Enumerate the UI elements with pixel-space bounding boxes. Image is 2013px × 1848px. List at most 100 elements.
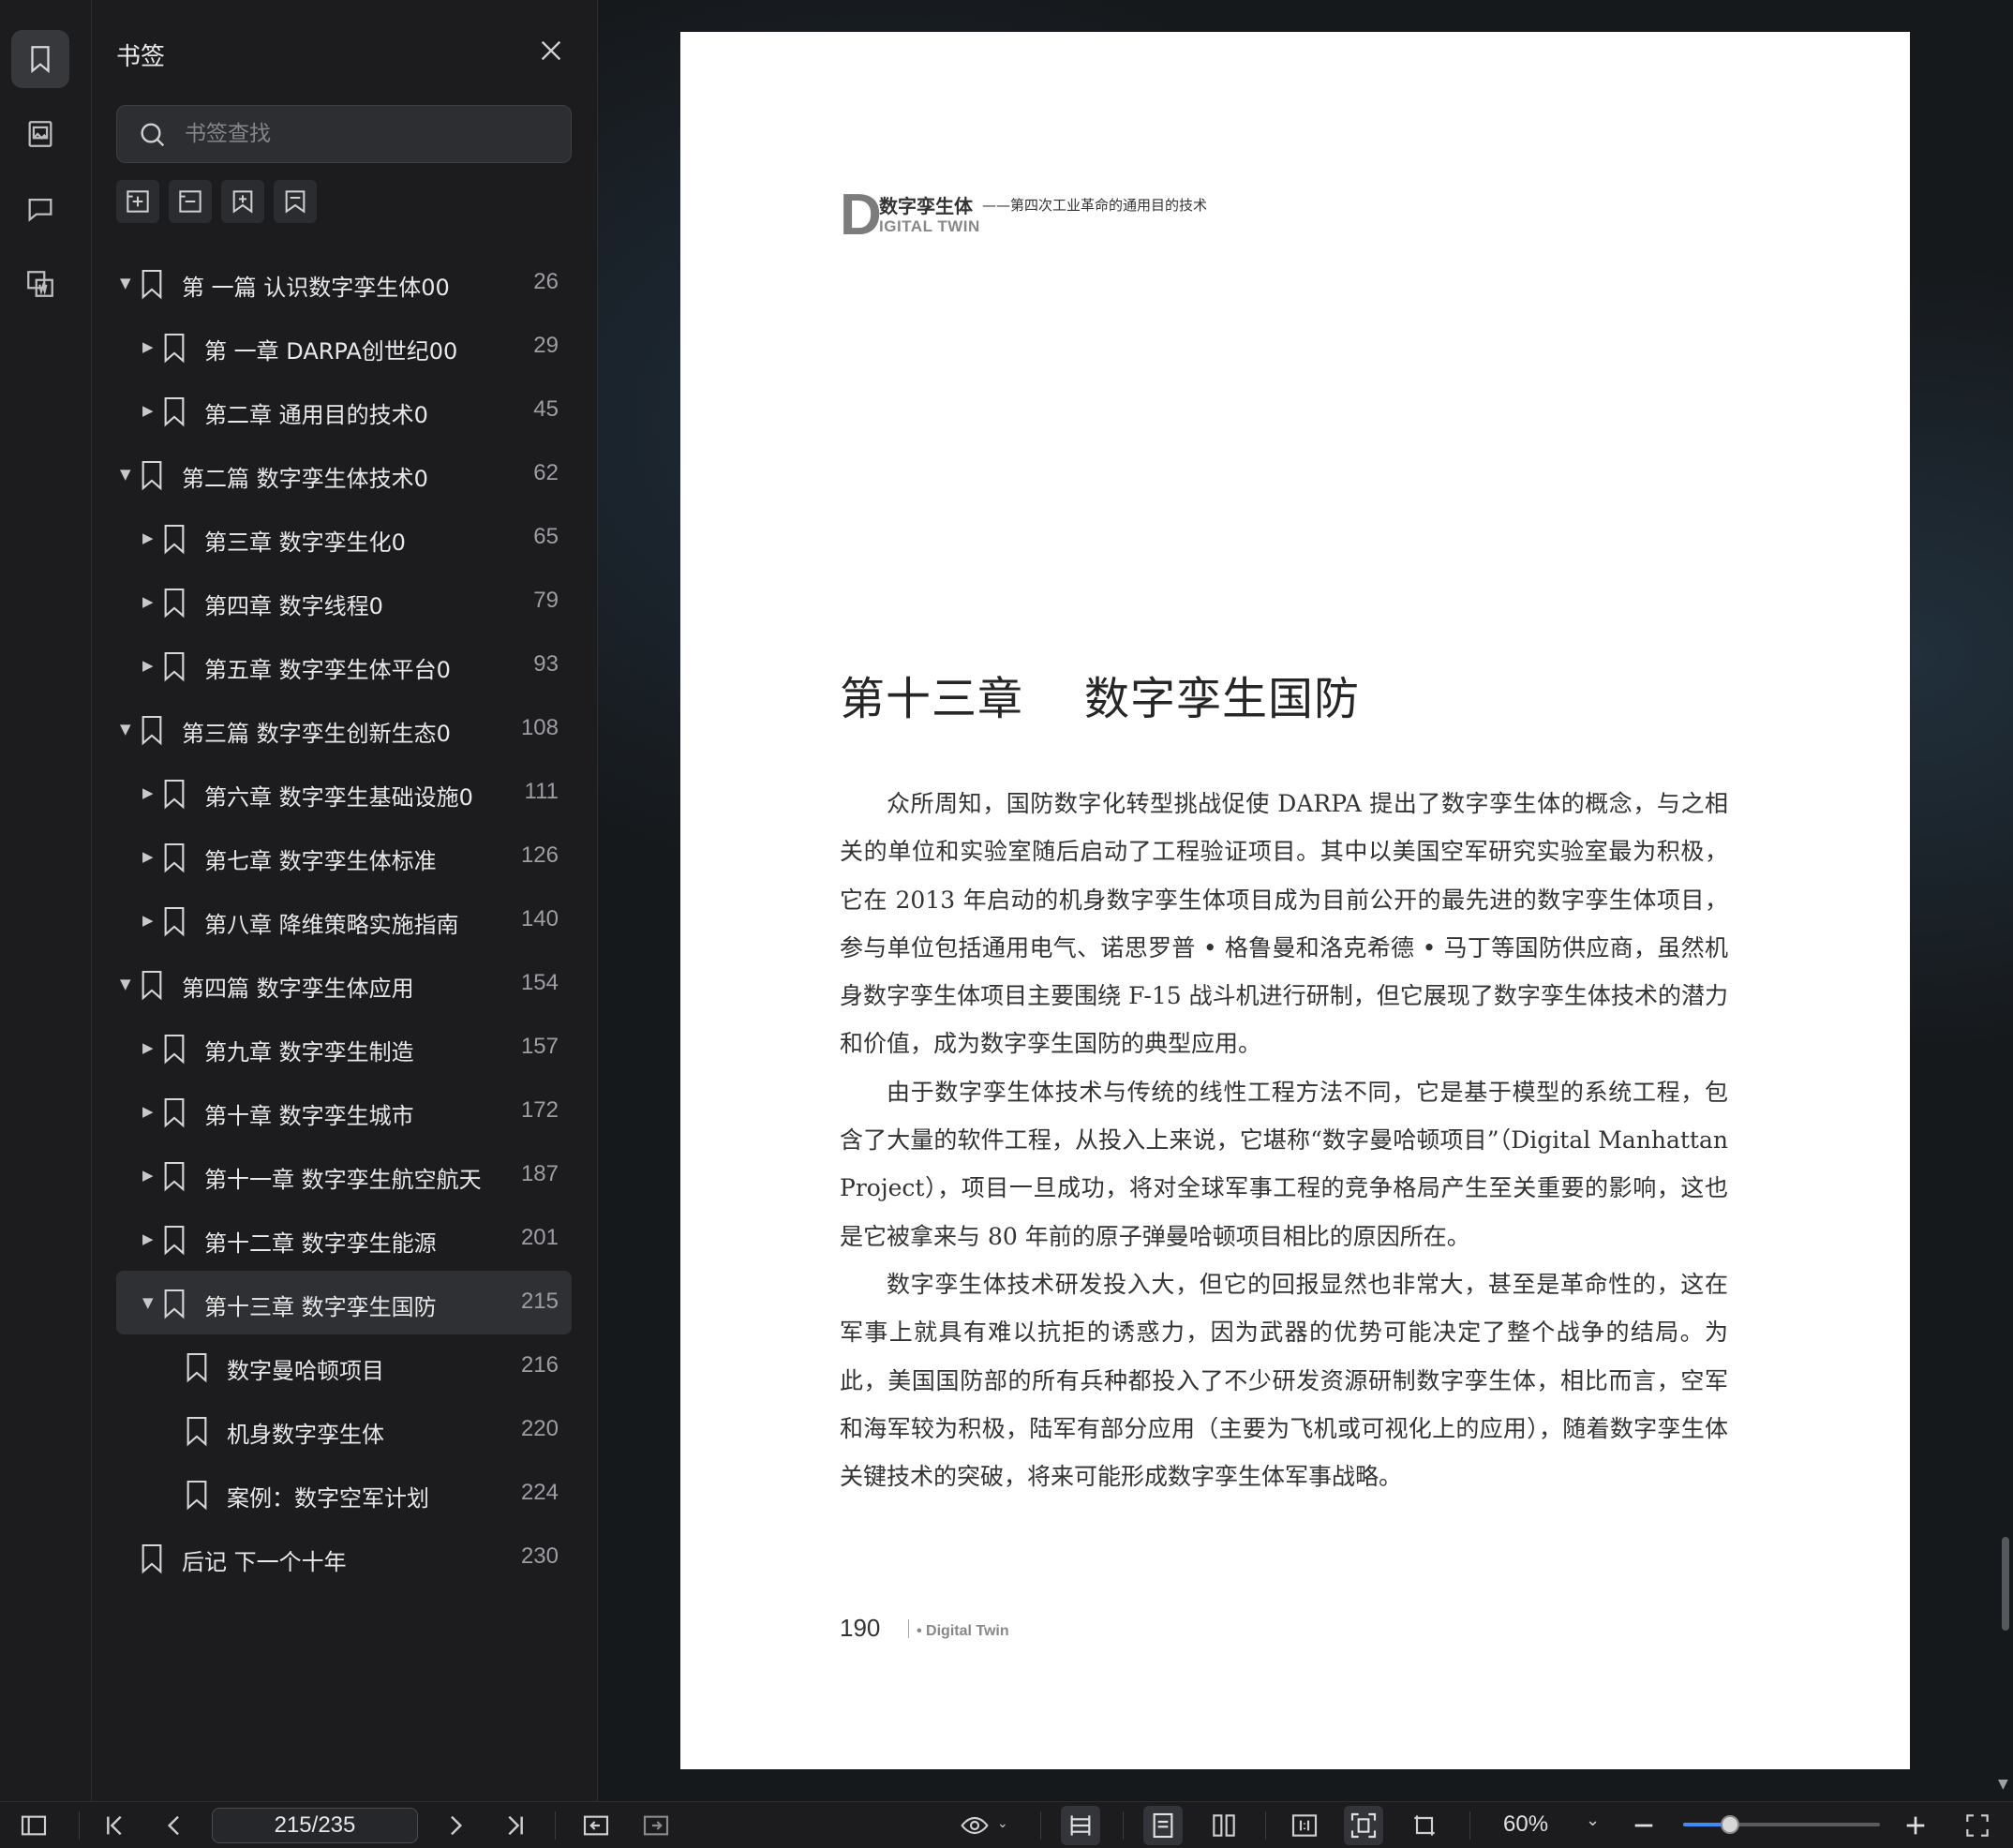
- comment-panel-button[interactable]: [11, 180, 69, 238]
- bookmark-row[interactable]: ▼ 第十三章 数字孪生国防 215: [116, 1271, 572, 1334]
- two-page-icon: [1213, 1814, 1235, 1837]
- zoom-slider-knob[interactable]: [1721, 1815, 1740, 1834]
- bookmark-page-number: 172: [520, 1097, 559, 1123]
- bookmark-row[interactable]: ▶ 第十一章 数字孪生航空航天 187: [116, 1143, 572, 1207]
- bookmark-page-number: 93: [533, 651, 559, 677]
- comment-icon: [28, 198, 52, 222]
- two-page-button[interactable]: [1209, 1811, 1239, 1841]
- bookmark-row[interactable]: ▼ 第二篇 数字孪生体技术0 62: [116, 442, 572, 506]
- caret-right-icon[interactable]: ▶: [142, 1167, 156, 1184]
- bookmark-label: 第 一篇 认识数字孪生体00: [182, 275, 450, 301]
- bookmark-row[interactable]: 机身数字孪生体 220: [116, 1398, 572, 1462]
- caret-right-icon[interactable]: ▶: [142, 338, 156, 355]
- caret-right-icon[interactable]: ▶: [142, 1103, 156, 1120]
- scrollbar-thumb[interactable]: [2002, 1537, 2009, 1631]
- caret-right-icon[interactable]: ▶: [142, 912, 156, 929]
- bookmark-panel-button[interactable]: [11, 30, 69, 88]
- bookmark-search-input[interactable]: [185, 106, 559, 162]
- zoom-out-button[interactable]: [1629, 1811, 1659, 1841]
- toolbar-divider: [79, 1811, 80, 1840]
- bookmark-icon: [142, 715, 162, 746]
- bookmark-row[interactable]: ▶ 第五章 数字孪生体平台0 93: [116, 633, 572, 697]
- bookmark-icon: [164, 779, 185, 810]
- bookmark-row[interactable]: ▶ 第七章 数字孪生体标准 126: [116, 825, 572, 888]
- caret-right-icon[interactable]: ▶: [142, 402, 156, 419]
- bookmark-row[interactable]: 案例：数字空军计划 224: [116, 1462, 572, 1526]
- caret-down-icon[interactable]: ▼: [120, 275, 133, 291]
- fit-page-button[interactable]: [1344, 1806, 1383, 1845]
- header-title-cn: 数字孪生体: [879, 195, 973, 217]
- bookmark-outline-button[interactable]: [274, 180, 317, 223]
- add-child-bookmark-button[interactable]: [221, 180, 264, 223]
- bookmark-icon: [31, 46, 50, 74]
- remove-bookmark-button[interactable]: [169, 180, 212, 223]
- bookmark-page-number: 108: [520, 715, 559, 740]
- word-export-button[interactable]: [11, 255, 69, 313]
- bookmark-page-number: 126: [520, 842, 559, 868]
- bookmark-row[interactable]: ▶ 第六章 数字孪生基础设施0 111: [116, 761, 572, 825]
- document-viewer[interactable]: D 数字孪生体 ——第四次工业革命的通用目的技术 IGITAL TWIN 第十三…: [598, 0, 2013, 1801]
- next-page-button[interactable]: [440, 1811, 470, 1841]
- bookmark-icon: [164, 524, 185, 555]
- bookmark-row[interactable]: ▼ 第四篇 数字孪生体应用 154: [116, 952, 572, 1016]
- zoom-level[interactable]: 60%: [1503, 1811, 1548, 1838]
- caret-right-icon[interactable]: ▶: [142, 1230, 156, 1247]
- previous-page-button[interactable]: [159, 1811, 189, 1841]
- bookmark-row[interactable]: ▼ 第 一篇 认识数字孪生体00 26: [116, 251, 572, 315]
- bookmark-row[interactable]: 数字曼哈顿项目 216: [116, 1334, 572, 1398]
- caret-right-icon[interactable]: ▶: [142, 657, 156, 674]
- toggle-sidebar-button[interactable]: [19, 1811, 49, 1841]
- zoom-slider[interactable]: [1683, 1815, 1880, 1834]
- bookmark-icon: [142, 1543, 162, 1574]
- zoom-dropdown-button[interactable]: ⌄: [1578, 1811, 1608, 1841]
- thumbnail-panel-button[interactable]: [11, 105, 69, 163]
- caret-right-icon[interactable]: ▶: [142, 529, 156, 546]
- bookmark-label: 第四篇 数字孪生体应用: [182, 976, 414, 1002]
- back-button[interactable]: [581, 1811, 611, 1841]
- close-panel-button[interactable]: [536, 36, 566, 66]
- fullscreen-button[interactable]: [1962, 1811, 1992, 1841]
- bookmark-row[interactable]: ▼ 第三篇 数字孪生创新生态0 108: [116, 697, 572, 761]
- bookmark-label: 第十二章 数字孪生能源: [204, 1230, 437, 1257]
- bookmark-row[interactable]: ▶ 第四章 数字线程0 79: [116, 570, 572, 633]
- caret-right-icon[interactable]: ▶: [142, 848, 156, 865]
- first-page-button[interactable]: [99, 1811, 129, 1841]
- caret-down-icon[interactable]: ▼: [142, 1294, 156, 1311]
- bookmark-row[interactable]: ▶ 第三章 数字孪生化0 65: [116, 506, 572, 570]
- last-page-button[interactable]: [500, 1811, 530, 1841]
- chapter-title: 第十三章 数字孪生国防: [840, 673, 1361, 725]
- header-logo-letter: D: [840, 183, 882, 247]
- bookmark-label: 第四章 数字线程0: [204, 593, 383, 619]
- bookmark-row[interactable]: ▶ 第 一章 DARPA创世纪00 29: [116, 315, 572, 379]
- word-export-icon: [27, 271, 53, 297]
- bookmark-label: 第六章 数字孪生基础设施0: [204, 784, 473, 811]
- bookmark-icon: [186, 1352, 207, 1383]
- bookmark-row[interactable]: ▶ 第八章 降维策略实施指南 140: [116, 888, 572, 952]
- bookmark-row[interactable]: ▶ 第十章 数字孪生城市 172: [116, 1080, 572, 1143]
- actual-size-icon: [1291, 1814, 1318, 1837]
- fit-width-button[interactable]: [1061, 1806, 1100, 1845]
- caret-right-icon[interactable]: ▶: [142, 1039, 156, 1056]
- caret-down-icon[interactable]: ▼: [120, 976, 133, 992]
- view-options-button[interactable]: ⌄: [960, 1811, 1016, 1841]
- zoom-in-button[interactable]: [1901, 1811, 1931, 1841]
- add-bookmark-button[interactable]: [116, 180, 159, 223]
- bookmark-row[interactable]: 后记 下一个十年 230: [116, 1526, 572, 1589]
- actual-size-button[interactable]: [1290, 1811, 1320, 1841]
- forward-button[interactable]: [641, 1811, 671, 1841]
- caret-right-icon[interactable]: ▶: [142, 593, 156, 610]
- bookmark-row[interactable]: ▶ 第九章 数字孪生制造 157: [116, 1016, 572, 1080]
- bookmark-page-number: 29: [533, 333, 559, 358]
- caret-down-icon[interactable]: ▼: [120, 466, 133, 483]
- crop-page-button[interactable]: [1409, 1811, 1439, 1841]
- bookmark-row[interactable]: ▶ 第十二章 数字孪生能源 201: [116, 1207, 572, 1271]
- scroll-down-arrow[interactable]: ▼: [1998, 1777, 2008, 1792]
- bookmark-page-number: 111: [524, 779, 559, 804]
- page-number-input[interactable]: [212, 1808, 418, 1843]
- last-page-icon: [508, 1815, 523, 1836]
- bookmark-row[interactable]: ▶ 第二章 通用目的技术0 45: [116, 379, 572, 442]
- single-page-button[interactable]: [1143, 1806, 1183, 1845]
- caret-down-icon[interactable]: ▼: [120, 721, 133, 738]
- caret-right-icon[interactable]: ▶: [142, 784, 156, 801]
- plus-icon: [1906, 1816, 1925, 1835]
